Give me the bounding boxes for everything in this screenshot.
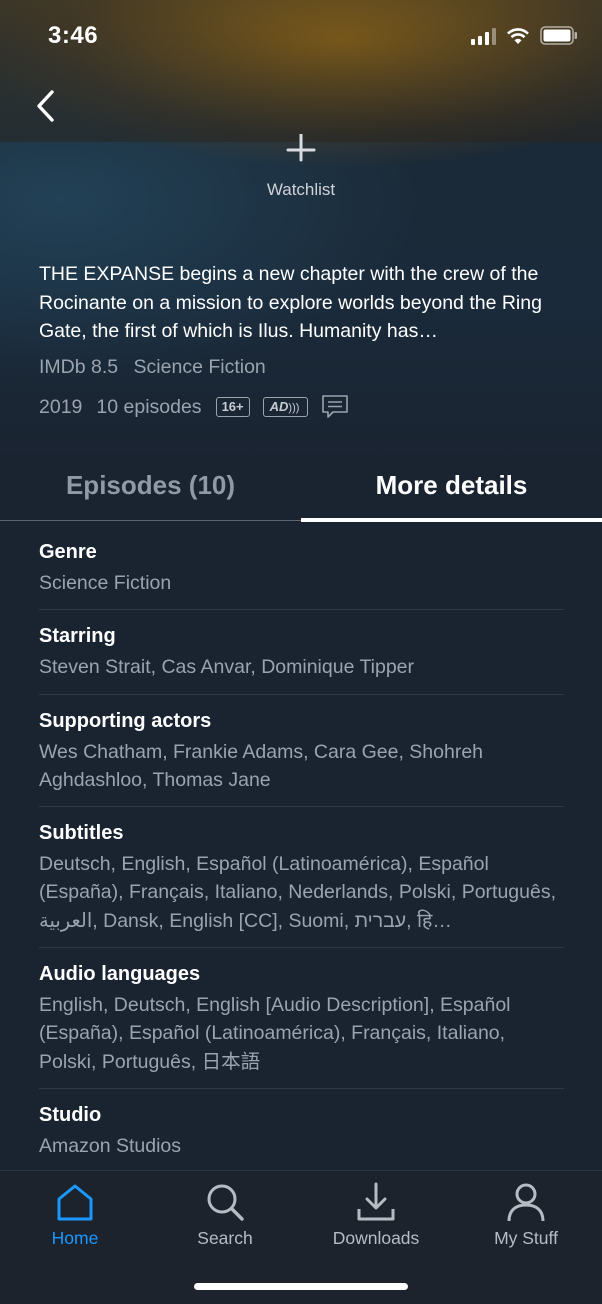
release-year: 2019 — [39, 395, 83, 418]
nav-label: Downloads — [332, 1228, 420, 1248]
detail-title: Starring — [39, 625, 116, 648]
tab-more-details[interactable]: More details — [301, 452, 602, 520]
audio-description-badge: AD))) — [262, 397, 309, 417]
detail-supporting-actors: Supporting actors Wes Chatham, Frankie A… — [39, 707, 564, 808]
download-icon — [357, 1182, 395, 1221]
detail-value: Science Fiction — [39, 572, 172, 594]
tab-bar: Episodes (10) More details — [0, 452, 602, 522]
detail-title: Genre — [39, 541, 97, 563]
cellular-signal-icon — [471, 27, 496, 45]
detail-genre: Genre Science Fiction — [39, 538, 564, 611]
home-indicator[interactable] — [194, 1283, 408, 1290]
detail-value: English, Deutsch, English [Audio Descrip… — [39, 994, 511, 1073]
back-button[interactable] — [30, 88, 64, 124]
detail-subtitles: Subtitles Deutsch, English, Español (Lat… — [39, 819, 564, 949]
tab-episodes[interactable]: Episodes (10) — [0, 452, 301, 520]
nav-downloads[interactable]: Downloads — [301, 1171, 451, 1261]
active-tab-indicator — [301, 518, 602, 522]
nav-home[interactable]: Home — [0, 1171, 150, 1261]
detail-value: Amazon Studios — [39, 1134, 181, 1157]
synopsis[interactable]: THE EXPANSE begins a new chapter with th… — [39, 260, 569, 346]
detail-starring: Starring Steven Strait, Cas Anvar, Domin… — [39, 622, 564, 695]
home-icon — [57, 1184, 93, 1221]
age-rating-badge: 16+ — [215, 397, 250, 417]
detail-value: Wes Chatham, Frankie Adams, Cara Gee, Sh… — [39, 740, 484, 791]
detail-title: Audio languages — [39, 963, 201, 986]
wifi-icon — [507, 27, 529, 44]
genre-label: Science Fiction — [133, 356, 266, 378]
detail-title: Supporting actors — [39, 709, 212, 732]
nav-label: Search — [197, 1228, 253, 1248]
watchlist-label: Watchlist — [266, 180, 336, 199]
details-list: Genre Science Fiction Starring Steven St… — [39, 538, 564, 1185]
watchlist-button[interactable]: Watchlist — [251, 134, 351, 206]
search-icon — [207, 1184, 244, 1221]
detail-title: Subtitles — [39, 822, 124, 845]
detail-audio-languages: Audio languages English, Deutsch, Englis… — [39, 960, 564, 1089]
status-time: 3:46 — [48, 22, 99, 49]
status-icons — [471, 26, 578, 45]
nav-search[interactable]: Search — [150, 1171, 300, 1261]
nav-my-stuff[interactable]: My Stuff — [451, 1171, 601, 1261]
plus-icon — [286, 134, 316, 162]
detail-title: Studio — [39, 1103, 102, 1126]
audio-description-label: AD — [269, 399, 289, 414]
meta-row-2: 2019 10 episodes 16+ AD))) — [39, 393, 349, 421]
battery-icon — [540, 26, 577, 45]
nav-label: My Stuff — [494, 1228, 558, 1248]
nav-label: Home — [51, 1228, 99, 1248]
meta-row: IMDb 8.5 Science Fiction — [39, 356, 276, 379]
detail-value: Steven Strait, Cas Anvar, Dominique Tipp… — [39, 656, 415, 679]
imdb-rating: IMDb 8.5 — [39, 356, 119, 378]
detail-value: Deutsch, English, Español (Latinoamérica… — [39, 853, 557, 932]
episode-count: 10 episodes — [96, 395, 202, 418]
detail-studio: Studio Amazon Studios — [39, 1101, 564, 1174]
subtitles-icon — [322, 395, 349, 418]
profile-icon — [507, 1183, 545, 1222]
chevron-left-icon — [37, 90, 54, 122]
